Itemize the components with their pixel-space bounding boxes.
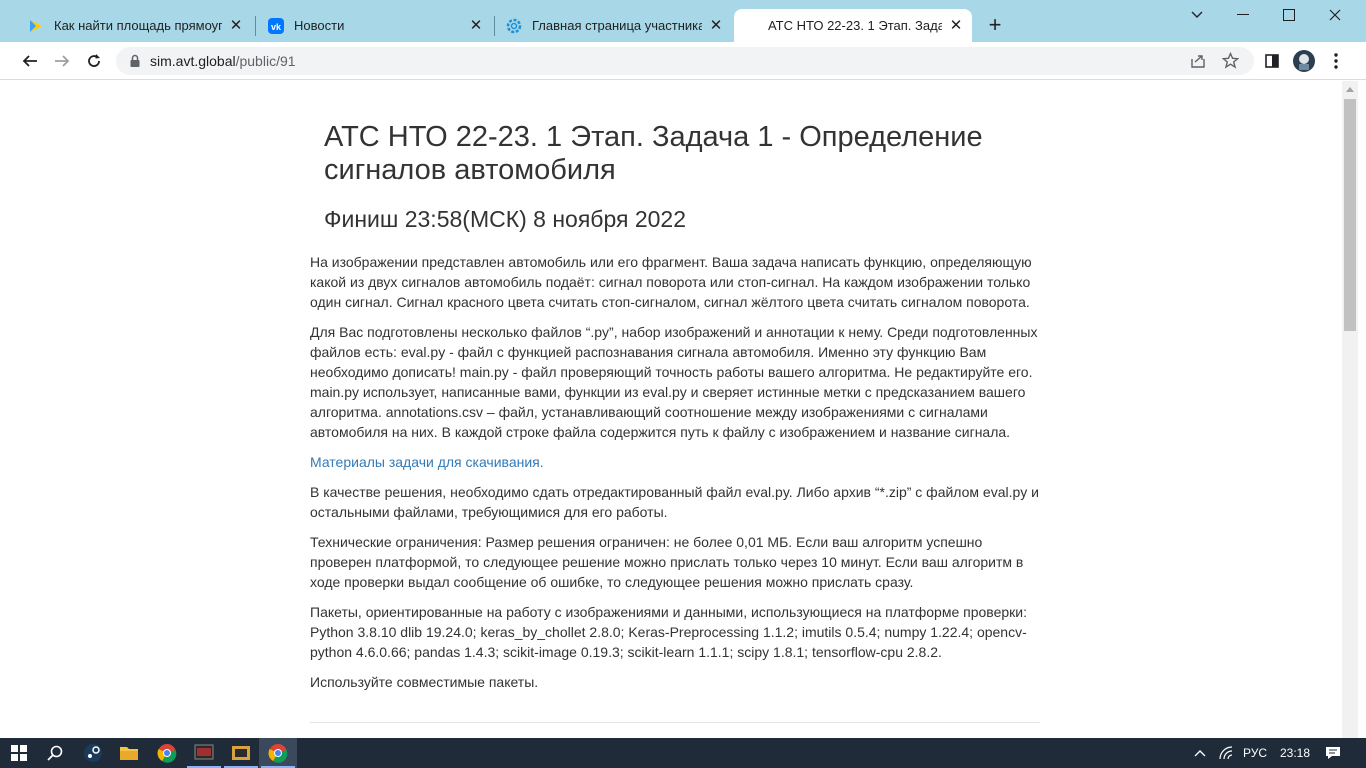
search-icon[interactable]: [36, 738, 74, 768]
lock-icon[interactable]: [128, 54, 142, 68]
windows-start-icon[interactable]: [0, 738, 38, 768]
clock[interactable]: 23:18: [1280, 738, 1310, 768]
network-icon[interactable]: [1218, 738, 1234, 768]
tab-2[interactable]: vk Новости ✕: [258, 9, 490, 42]
tab-4-active[interactable]: АТС НТО 22-23. 1 Этап. Задача 1 ✕: [734, 9, 972, 42]
gear-icon: [506, 18, 522, 34]
divider: [310, 722, 1040, 723]
file-explorer-icon[interactable]: [110, 738, 148, 768]
close-tab-icon[interactable]: ✕: [948, 17, 964, 34]
scroll-up-arrow[interactable]: [1346, 87, 1354, 92]
steam-icon[interactable]: [74, 738, 112, 768]
sidepanel-icon[interactable]: [1261, 50, 1283, 72]
files-description: Для Вас подготовлены несколько файлов “.…: [310, 324, 1038, 440]
bookmark-star-icon[interactable]: [1221, 51, 1240, 74]
close-tab-icon[interactable]: ✕: [228, 17, 244, 34]
tab-divider: [255, 16, 256, 36]
tab-1[interactable]: Как найти площадь прямоуголь ✕: [18, 9, 250, 42]
scroll-thumb[interactable]: [1344, 99, 1356, 331]
browser-toolbar: sim.avt.global/public/91: [0, 42, 1366, 80]
chrome-icon[interactable]: [148, 738, 186, 768]
tab-title: Как найти площадь прямоуголь: [54, 18, 222, 33]
solution-requirements: В качестве решения, необходимо сдать отр…: [310, 484, 1040, 520]
close-tab-icon[interactable]: ✕: [708, 17, 724, 34]
tab-title: Главная страница участника | Л: [532, 18, 702, 33]
chrome-active-icon[interactable]: [259, 738, 297, 768]
avatar[interactable]: [1293, 50, 1315, 72]
share-icon[interactable]: [1190, 53, 1206, 74]
language-indicator[interactable]: РУС: [1243, 738, 1267, 768]
yandex-play-icon: [28, 18, 44, 34]
close-tab-icon[interactable]: ✕: [468, 17, 484, 34]
tab-divider: [494, 16, 495, 36]
address-bar[interactable]: sim.avt.global/public/91: [116, 47, 1254, 75]
vk-icon: vk: [268, 17, 284, 34]
page-title: АТС НТО 22-23. 1 Этап. Задача 1 - Опреде…: [324, 121, 983, 186]
tab-3[interactable]: Главная страница участника | Л ✕: [496, 9, 730, 42]
minimize-icon[interactable]: [1220, 4, 1266, 26]
forward-icon[interactable]: [51, 50, 73, 72]
terminal-app-icon[interactable]: [185, 738, 223, 768]
tray-chevron-icon[interactable]: [1194, 738, 1206, 768]
materials-download-link[interactable]: Материалы задачи для скачивания.: [310, 454, 544, 470]
tab-title: Новости: [294, 18, 345, 33]
download-link-paragraph: Материалы задачи для скачивания.: [310, 452, 1042, 472]
tab-title: АТС НТО 22-23. 1 Этап. Задача 1: [768, 18, 942, 33]
technical-limits: Технические ограничения: Размер решения …: [310, 534, 1024, 590]
tab-strip: Как найти площадь прямоуголь ✕ vk Новост…: [0, 0, 1366, 42]
windows-taskbar: РУС 23:18: [0, 738, 1366, 768]
new-tab-button[interactable]: +: [984, 14, 1006, 36]
svg-text:vk: vk: [271, 22, 282, 32]
maximize-icon[interactable]: [1266, 4, 1312, 26]
reload-icon[interactable]: [83, 50, 105, 72]
url-text[interactable]: sim.avt.global/public/91: [150, 53, 296, 69]
deadline-subtitle: Финиш 23:58(МСК) 8 ноября 2022: [324, 206, 687, 232]
back-icon[interactable]: [19, 50, 41, 72]
vertical-scrollbar[interactable]: [1342, 81, 1358, 738]
compat-note: Используйте совместимые пакеты.: [310, 674, 539, 690]
task-description: На изображении представлен автомобиль ил…: [310, 254, 1032, 310]
page-viewport: АТС НТО 22-23. 1 Этап. Задача 1 - Опреде…: [8, 81, 1342, 738]
notifications-icon[interactable]: [1325, 738, 1341, 768]
close-window-icon[interactable]: [1312, 4, 1358, 26]
packages-list: Пакеты, ориентированные на работу с изоб…: [310, 604, 1027, 660]
archive-app-icon[interactable]: [222, 738, 260, 768]
menu-dots-icon[interactable]: [1325, 50, 1347, 72]
tab-search-icon[interactable]: [1174, 4, 1220, 26]
